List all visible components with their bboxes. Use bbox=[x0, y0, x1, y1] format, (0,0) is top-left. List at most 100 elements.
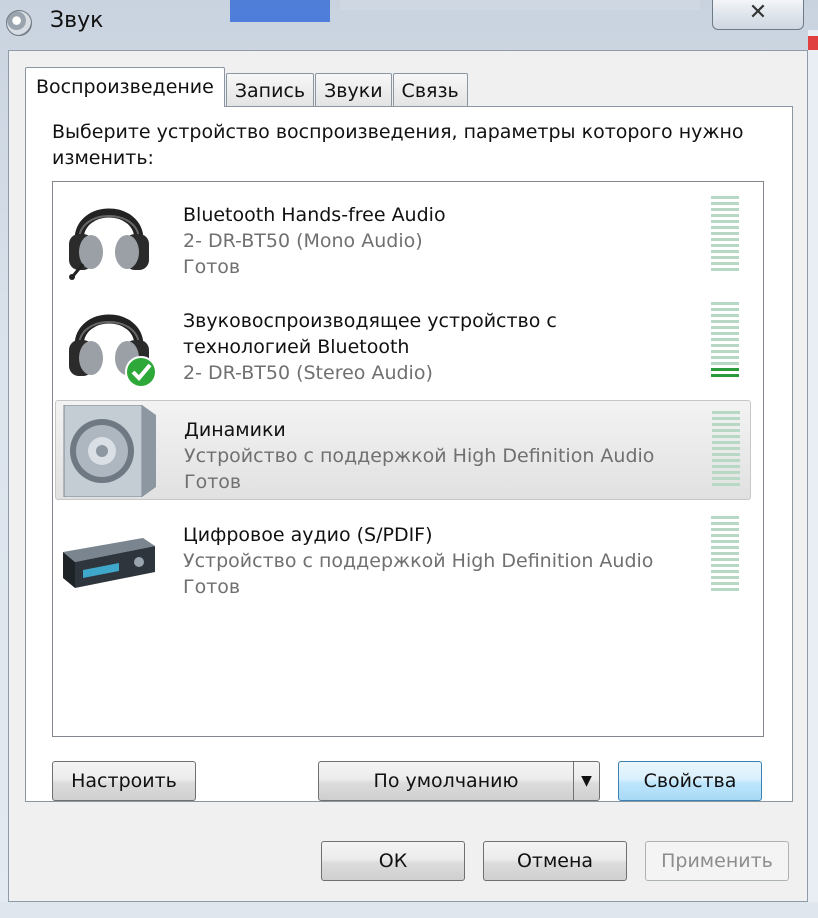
device-status: Готов bbox=[184, 471, 242, 493]
tab-playback[interactable]: Воспроизведение bbox=[25, 67, 225, 107]
device-status: Готов bbox=[183, 256, 241, 278]
speaker-icon bbox=[63, 405, 156, 497]
volume-meter-bar bbox=[711, 214, 739, 217]
volume-meter bbox=[711, 302, 739, 380]
cancel-button[interactable]: Отмена bbox=[483, 841, 627, 881]
volume-meter-bar bbox=[711, 314, 739, 317]
device-description: Устройство с поддержкой High Definition … bbox=[184, 445, 655, 467]
background-window-edge bbox=[808, 36, 818, 50]
device-text: Динамики Устройство с поддержкой High De… bbox=[184, 417, 654, 495]
device-row-bluetooth-stereo[interactable]: Звуковоспроизводящее устройство с технол… bbox=[55, 292, 751, 392]
device-text: Цифровое аудио (S/PDIF) Устройство с под… bbox=[183, 522, 653, 600]
background-window-strip bbox=[340, 0, 700, 10]
sound-app-icon bbox=[6, 10, 32, 36]
set-default-label: По умолчанию bbox=[373, 770, 519, 792]
volume-meter-bar bbox=[711, 522, 739, 525]
device-name: Bluetooth Hands-free Audio bbox=[183, 204, 446, 226]
headphones-icon bbox=[69, 314, 157, 388]
title-bar: Звук ✕ bbox=[0, 0, 818, 48]
device-status: Готов bbox=[183, 576, 241, 598]
volume-meter-bar bbox=[712, 465, 740, 468]
tab-strip: Воспроизведение Запись Звуки Связь bbox=[25, 67, 469, 107]
volume-meter-bar bbox=[712, 477, 740, 480]
device-row-spdif[interactable]: Цифровое аудио (S/PDIF) Устройство с под… bbox=[55, 506, 751, 606]
device-list[interactable]: Bluetooth Hands-free Audio 2- DR-BT50 (M… bbox=[52, 181, 764, 737]
volume-meter-bar bbox=[711, 546, 739, 549]
volume-meter-bar bbox=[711, 320, 739, 323]
volume-meter-bar bbox=[712, 417, 740, 420]
volume-meter-bar bbox=[711, 356, 739, 359]
volume-meter-bar bbox=[711, 588, 739, 591]
ok-button[interactable]: ОК bbox=[321, 841, 465, 881]
window-title: Звук bbox=[50, 8, 104, 33]
volume-meter-bar bbox=[711, 244, 739, 247]
device-name: Звуковоспроизводящее устройство с bbox=[183, 310, 557, 332]
volume-meter-bar bbox=[711, 238, 739, 241]
volume-meter-bar bbox=[712, 471, 740, 474]
volume-meter-bar bbox=[711, 564, 739, 567]
default-device-check-icon bbox=[125, 356, 157, 388]
volume-meter-bar bbox=[711, 362, 739, 365]
dropdown-arrow-icon[interactable]: ▼ bbox=[573, 762, 599, 800]
volume-meter-bar bbox=[711, 570, 739, 573]
volume-meter-bar bbox=[711, 516, 739, 519]
apply-button[interactable]: Применить bbox=[645, 841, 789, 881]
volume-meter-bar bbox=[711, 558, 739, 561]
volume-meter-bar bbox=[711, 368, 739, 371]
volume-meter-bar bbox=[711, 534, 739, 537]
volume-meter-bar bbox=[711, 344, 739, 347]
device-description: 2- DR-BT50 (Mono Audio) bbox=[183, 230, 423, 252]
device-name: Динамики bbox=[184, 419, 286, 441]
tab-sounds[interactable]: Звуки bbox=[315, 73, 392, 107]
tab-recording[interactable]: Запись bbox=[225, 73, 315, 107]
headset-mic-icon bbox=[69, 208, 149, 280]
volume-meter-bar bbox=[712, 411, 740, 414]
properties-button[interactable]: Свойства bbox=[618, 761, 762, 801]
volume-meter-bar bbox=[711, 540, 739, 543]
volume-meter-bar bbox=[712, 483, 740, 486]
background-window-edge bbox=[808, 30, 818, 918]
device-text: Звуковоспроизводящее устройство с технол… bbox=[183, 308, 557, 386]
volume-meter-bar bbox=[711, 250, 739, 253]
volume-meter-bar bbox=[711, 302, 739, 305]
device-row-speakers[interactable]: Динамики Устройство с поддержкой High De… bbox=[55, 400, 751, 500]
volume-meter-bar bbox=[711, 232, 739, 235]
volume-meter-bar bbox=[711, 350, 739, 353]
volume-meter-bar bbox=[711, 208, 739, 211]
set-default-split-button[interactable]: По умолчанию ▼ bbox=[318, 761, 600, 801]
device-name-line2: технологией Bluetooth bbox=[183, 336, 410, 358]
device-row-bluetooth-handsfree[interactable]: Bluetooth Hands-free Audio 2- DR-BT50 (M… bbox=[55, 186, 751, 286]
sound-dialog: Воспроизведение Запись Звуки Связь Выбер… bbox=[8, 50, 808, 902]
volume-meter-bar bbox=[711, 576, 739, 579]
volume-meter-bar bbox=[712, 423, 740, 426]
playback-panel: Выберите устройство воспроизведения, пар… bbox=[25, 106, 793, 802]
device-text: Bluetooth Hands-free Audio 2- DR-BT50 (M… bbox=[183, 202, 446, 280]
volume-meter-bar bbox=[712, 435, 740, 438]
configure-button[interactable]: Настроить bbox=[52, 761, 196, 801]
volume-meter bbox=[711, 196, 739, 274]
volume-meter bbox=[711, 516, 739, 594]
volume-meter-bar bbox=[712, 429, 740, 432]
device-description: 2- DR-BT50 (Stereo Audio) bbox=[183, 362, 433, 384]
volume-meter-bar bbox=[711, 326, 739, 329]
volume-meter-bar bbox=[711, 256, 739, 259]
instruction-text: Выберите устройство воспроизведения, пар… bbox=[52, 121, 744, 169]
volume-meter-bar bbox=[711, 332, 739, 335]
close-button[interactable]: ✕ bbox=[712, 0, 804, 30]
volume-meter-bar bbox=[711, 582, 739, 585]
volume-meter-bar bbox=[711, 226, 739, 229]
digital-receiver-icon bbox=[63, 538, 155, 588]
volume-meter-bar bbox=[711, 374, 739, 377]
tab-communications[interactable]: Связь bbox=[392, 73, 468, 107]
volume-meter bbox=[712, 411, 740, 489]
volume-meter-bar bbox=[711, 196, 739, 199]
volume-meter-bar bbox=[711, 268, 739, 271]
volume-meter-bar bbox=[712, 441, 740, 444]
device-name: Цифровое аудио (S/PDIF) bbox=[183, 524, 433, 546]
volume-meter-bar bbox=[711, 220, 739, 223]
volume-meter-bar bbox=[711, 308, 739, 311]
volume-meter-bar bbox=[712, 447, 740, 450]
device-description: Устройство с поддержкой High Definition … bbox=[183, 550, 654, 572]
volume-meter-bar bbox=[711, 262, 739, 265]
volume-meter-bar bbox=[711, 338, 739, 341]
